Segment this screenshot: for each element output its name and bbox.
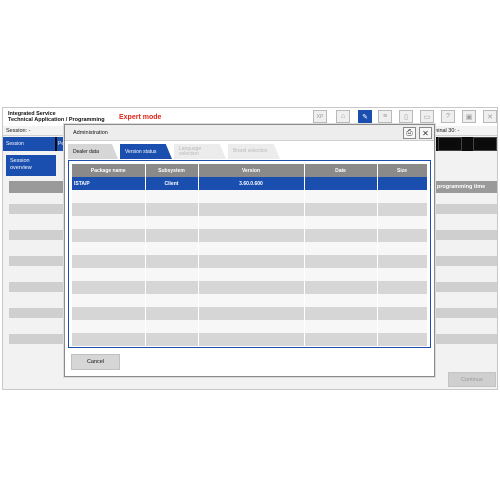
close-icon[interactable]: ✕ bbox=[419, 127, 432, 139]
cancel-button[interactable]: Cancel bbox=[71, 354, 120, 370]
version-status-panel: Package name Subsystem Version Date Size… bbox=[68, 160, 431, 348]
clipboard-icon[interactable]: ▯ bbox=[399, 110, 413, 123]
table-row-empty bbox=[72, 281, 428, 294]
column-header-subsystem[interactable]: Subsystem bbox=[145, 164, 199, 177]
table-row-empty bbox=[72, 216, 428, 229]
table-row-empty bbox=[72, 190, 428, 203]
cell-subsystem: Client bbox=[145, 177, 199, 190]
background-column-header: g programming time bbox=[428, 181, 497, 193]
xp-label: XP bbox=[316, 113, 324, 120]
table-header-row: Package name Subsystem Version Date Size bbox=[72, 164, 428, 177]
table-row-empty bbox=[72, 268, 428, 281]
printer-icon[interactable]: ⎙ bbox=[403, 127, 416, 139]
continue-button[interactable]: Continue bbox=[448, 372, 496, 387]
column-header-package[interactable]: Package name bbox=[72, 164, 146, 177]
dialog-titlebar: Administration ⎙ ✕ bbox=[65, 125, 434, 141]
nav-session-button[interactable]: Session bbox=[3, 137, 55, 151]
cell-size bbox=[377, 177, 428, 190]
tab-dealer-data[interactable]: Dealer data bbox=[68, 144, 118, 159]
wrench-icon[interactable]: ✎ bbox=[358, 110, 372, 123]
document-icon[interactable]: ▭ bbox=[420, 110, 434, 123]
app-title-line2: Technical Application / Programming bbox=[8, 117, 105, 123]
session-overview-line2: overview bbox=[10, 164, 32, 171]
table-row[interactable]: ISTA/P Client 3.60.0.600 bbox=[72, 177, 428, 190]
tab-language-selection: Language selection bbox=[174, 144, 226, 159]
session-status: Session: - bbox=[6, 128, 31, 134]
table-row-empty bbox=[72, 320, 428, 333]
tab-version-status[interactable]: Version status bbox=[120, 144, 172, 159]
expert-mode-label: Expert mode bbox=[119, 114, 162, 121]
dialog-tabs: Dealer data Version status Language sele… bbox=[68, 144, 428, 159]
app-title: Integrated Service Technical Application… bbox=[8, 111, 105, 123]
help-icon[interactable]: ? bbox=[441, 110, 455, 123]
cell-package: ISTA/P bbox=[72, 177, 146, 190]
tab-brand-selection: Brand selection bbox=[228, 144, 280, 159]
table-row-empty bbox=[72, 203, 428, 216]
tab-session-overview[interactable]: Session overview bbox=[6, 155, 56, 176]
home-icon[interactable]: ⌂ bbox=[336, 110, 350, 123]
version-table: Package name Subsystem Version Date Size… bbox=[72, 164, 428, 346]
list-icon[interactable]: ≡ bbox=[378, 110, 392, 123]
cell-version: 3.60.0.600 bbox=[198, 177, 305, 190]
nav-slot[interactable] bbox=[473, 137, 497, 151]
window-icon[interactable]: ▣ bbox=[462, 110, 476, 123]
column-header-date[interactable]: Date bbox=[304, 164, 378, 177]
column-header-version[interactable]: Version bbox=[198, 164, 305, 177]
nav-slot[interactable] bbox=[438, 137, 462, 151]
close-icon[interactable]: ✕ bbox=[483, 110, 497, 123]
table-row-empty bbox=[72, 255, 428, 268]
table-row-empty bbox=[72, 333, 428, 346]
column-header-size[interactable]: Size bbox=[377, 164, 428, 177]
table-row-empty bbox=[72, 294, 428, 307]
administration-dialog: Administration ⎙ ✕ Dealer data Version s… bbox=[64, 124, 435, 377]
dialog-title: Administration bbox=[73, 130, 108, 136]
table-row-empty bbox=[72, 307, 428, 320]
table-row-empty bbox=[72, 229, 428, 242]
cell-date bbox=[304, 177, 378, 190]
table-row-empty bbox=[72, 242, 428, 255]
xp-icon[interactable]: XP bbox=[313, 110, 327, 123]
